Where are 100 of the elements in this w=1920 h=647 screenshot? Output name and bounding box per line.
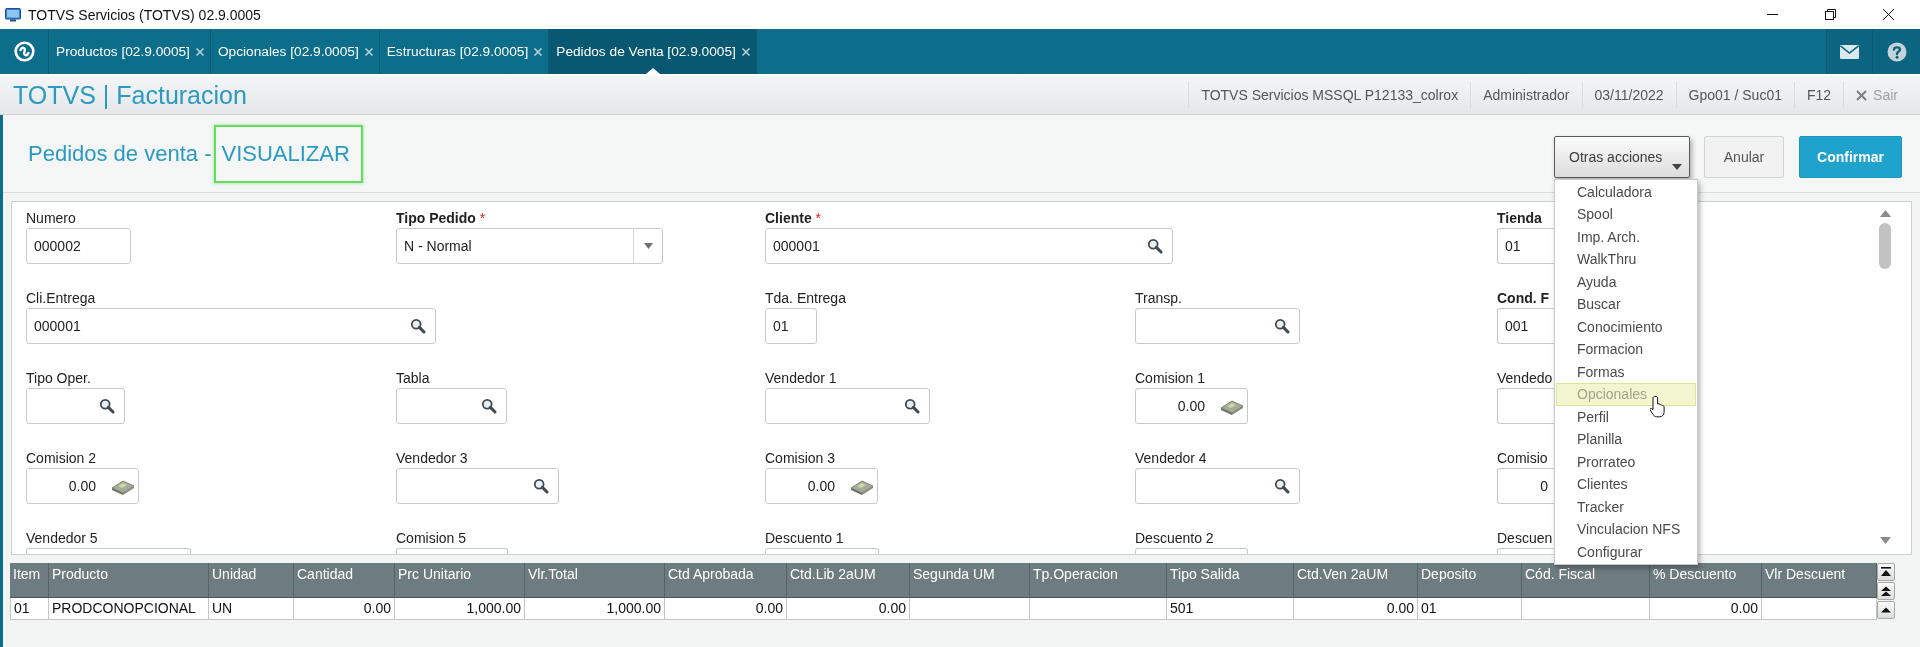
lookup-field[interactable]: 000001 — [765, 228, 1173, 264]
input-field[interactable] — [1497, 388, 1554, 424]
menu-item[interactable]: Imp. Arch. — [1556, 225, 1696, 248]
field-label: Comisio — [1497, 451, 1548, 466]
input-field[interactable]: 001 — [1497, 308, 1554, 344]
search-icon[interactable] — [1147, 238, 1163, 254]
logo-icon[interactable] — [13, 41, 35, 62]
lookup-field[interactable] — [765, 388, 930, 424]
scroll-up-icon — [1881, 605, 1891, 615]
lookup-field[interactable] — [396, 388, 507, 424]
lookup-field[interactable] — [396, 468, 559, 504]
menu-item[interactable]: Clientes — [1556, 473, 1696, 496]
menu-item[interactable]: Configurar — [1556, 540, 1696, 563]
menu-item[interactable]: Prorrateo — [1556, 450, 1696, 473]
column-header[interactable]: Segunda UM — [910, 563, 1030, 598]
scrollbar-thumb[interactable] — [1879, 223, 1891, 269]
column-header[interactable]: Vlr.Total — [525, 563, 665, 598]
grid-cell: 1,000.00 — [395, 598, 525, 620]
amount-field[interactable]: 0.00 — [765, 468, 878, 504]
grid-cell: 0.00 — [1294, 598, 1418, 620]
input-field[interactable]: 01 — [765, 308, 817, 344]
field-label: Vendedo — [1497, 371, 1553, 386]
number-field[interactable]: 0 — [1497, 468, 1554, 504]
help-button[interactable] — [1872, 29, 1920, 74]
menu-item[interactable]: Tracker — [1556, 495, 1696, 518]
field-label: Descuen — [1497, 531, 1553, 546]
search-icon[interactable] — [533, 478, 549, 494]
menu-item[interactable]: Conocimiento — [1556, 315, 1696, 338]
input-field[interactable] — [26, 548, 191, 554]
grid-cell: 0.00 — [1650, 598, 1762, 620]
scroll-down-icon[interactable] — [1879, 537, 1891, 544]
menu-item[interactable]: Formas — [1556, 360, 1696, 383]
lookup-field[interactable]: 000001 — [26, 308, 436, 344]
field-label: Cli.Entrega — [26, 291, 96, 306]
input-field[interactable] — [765, 548, 879, 554]
column-header[interactable]: Ctd Aprobada — [665, 563, 787, 598]
field-label: Transp. — [1135, 291, 1182, 306]
column-header[interactable]: Prc Unitario — [395, 563, 525, 598]
menu-item[interactable]: Formacion — [1556, 338, 1696, 361]
search-icon[interactable] — [1274, 318, 1290, 334]
field-label: Tienda — [1497, 211, 1542, 226]
menu-item[interactable]: Spool — [1556, 203, 1696, 226]
lookup-field[interactable] — [1135, 308, 1300, 344]
menu-item[interactable]: WalkThru — [1556, 248, 1696, 271]
scroll-top-button[interactable] — [1877, 563, 1895, 581]
restore-icon — [1824, 9, 1836, 20]
column-header[interactable]: Vlr Descuent — [1762, 563, 1877, 598]
field-label: Tabla — [396, 371, 430, 386]
search-icon[interactable] — [1274, 478, 1290, 494]
column-header[interactable]: Cantidad — [294, 563, 395, 598]
menu-item[interactable]: Buscar — [1556, 293, 1696, 316]
page-up-button[interactable] — [1877, 582, 1895, 600]
monitor-icon — [5, 7, 21, 22]
cancel-button[interactable]: Anular — [1704, 135, 1784, 178]
column-header[interactable]: Producto — [49, 563, 209, 598]
search-icon[interactable] — [481, 398, 497, 414]
column-header[interactable]: Item — [10, 563, 49, 598]
dropdown-field[interactable]: N - Normal — [396, 228, 663, 264]
column-header[interactable]: Tp.Operacion — [1030, 563, 1167, 598]
column-header[interactable]: Ctd.Ven 2aUM — [1294, 563, 1418, 598]
grid-cell: 1,000.00 — [525, 598, 665, 620]
menu-item[interactable]: Planilla — [1556, 428, 1696, 451]
lookup-field[interactable] — [1135, 468, 1300, 504]
menu-item[interactable]: Perfil — [1556, 405, 1696, 428]
input-field[interactable]: 000002 — [26, 228, 131, 264]
input-field[interactable] — [1135, 548, 1248, 554]
input-field[interactable] — [1497, 548, 1554, 554]
lookup-field[interactable] — [26, 388, 125, 424]
search-icon[interactable] — [904, 398, 920, 414]
close-icon[interactable] — [534, 47, 543, 56]
close-icon[interactable] — [364, 47, 373, 56]
search-icon[interactable] — [410, 318, 426, 334]
close-icon[interactable] — [741, 47, 750, 56]
column-header[interactable]: Ctd.Lib 2aUM — [787, 563, 910, 598]
input-field[interactable]: 01 — [1497, 228, 1554, 264]
mode-label: VISUALIZAR — [214, 124, 363, 183]
field-label: Comision 5 — [396, 531, 467, 546]
menu-item[interactable]: Vinculacion NFS — [1556, 518, 1696, 541]
column-header[interactable]: Unidad — [209, 563, 294, 598]
search-icon[interactable] — [99, 398, 115, 414]
grid-cell: UN — [209, 598, 294, 620]
field-label: Descuento 1 — [765, 531, 844, 546]
close-icon[interactable] — [195, 47, 204, 56]
amount-field[interactable]: 0.00 — [26, 468, 139, 504]
menu-item[interactable]: Calculadora — [1556, 180, 1696, 203]
column-header[interactable]: Tipo Salida — [1167, 563, 1294, 598]
column-header[interactable]: Cód. Fiscal — [1522, 563, 1650, 598]
field-label: Cliente * — [765, 211, 822, 226]
tab[interactable]: Pedidos de Venta [02.9.0005] — [549, 29, 757, 74]
scroll-to-top-icon — [1881, 567, 1891, 577]
menu-item[interactable]: Ayuda — [1556, 270, 1696, 293]
more-actions-button[interactable]: Otras acciones — [1554, 135, 1690, 178]
column-header[interactable]: % Descuento — [1650, 563, 1762, 598]
caret-down-icon[interactable] — [643, 243, 653, 249]
scroll-up-icon[interactable] — [1879, 210, 1891, 217]
amount-field[interactable]: 0.00 — [1135, 388, 1248, 424]
column-header[interactable]: Deposito — [1418, 563, 1522, 598]
mail-button[interactable] — [1826, 29, 1872, 74]
scroll-up-button[interactable] — [1877, 601, 1895, 619]
input-field[interactable] — [396, 548, 508, 554]
